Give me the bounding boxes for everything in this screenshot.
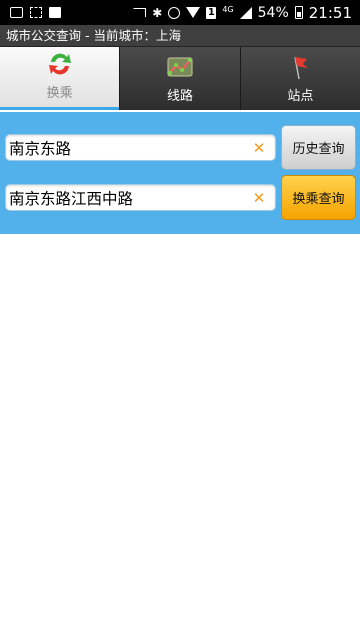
transfer-query-button[interactable]: 换乘查询 — [281, 175, 356, 220]
tab-route-label: 线路 — [166, 89, 193, 104]
station-flag-icon — [294, 56, 309, 80]
wifi-icon — [186, 7, 201, 18]
battery-percent: 54% — [257, 4, 289, 21]
signal-icon — [239, 6, 252, 19]
tab-transfer-label: 换乘 — [46, 86, 73, 101]
search-panel: ✕ 历史查询 ✕ 换乘查询 — [0, 112, 360, 234]
cast-icon — [133, 8, 147, 17]
tab-transfer[interactable]: 换乘 — [0, 47, 120, 110]
tab-station[interactable]: 站点 — [239, 47, 360, 110]
battery-icon — [294, 6, 303, 19]
tab-station-label: 站点 — [287, 89, 314, 104]
route-map-icon — [167, 57, 193, 77]
clear-origin-icon[interactable]: ✕ — [249, 139, 269, 157]
gallery-notification-icon — [49, 7, 61, 18]
clear-destination-icon[interactable]: ✕ — [249, 189, 269, 207]
destination-field[interactable]: ✕ — [5, 184, 276, 211]
status-time: 21:51 — [308, 3, 352, 22]
tab-route[interactable]: 线路 — [119, 47, 240, 110]
image-notification-icon — [10, 7, 23, 18]
history-query-button[interactable]: 历史查询 — [281, 125, 356, 170]
transfer-arrows-icon — [48, 53, 71, 75]
origin-input[interactable] — [6, 135, 249, 160]
tab-bar: 换乘 线路 站点 — [0, 47, 360, 110]
bluetooth-icon: ✱ — [152, 5, 163, 20]
destination-input[interactable] — [6, 185, 249, 210]
status-bar-notifications — [0, 7, 61, 18]
origin-field[interactable]: ✕ — [5, 134, 276, 161]
status-bar: ✱ 1 4G 54% 21:51 — [0, 0, 360, 25]
network-type-label: 4G — [222, 4, 234, 14]
alarm-icon — [168, 6, 181, 19]
sim-icon: 1 — [206, 6, 217, 19]
app-title: 城市公交查询 - 当前城市：上海 — [0, 25, 360, 47]
status-bar-system: ✱ 1 4G 54% 21:51 — [133, 4, 360, 22]
screenshot-notification-icon — [30, 7, 42, 18]
